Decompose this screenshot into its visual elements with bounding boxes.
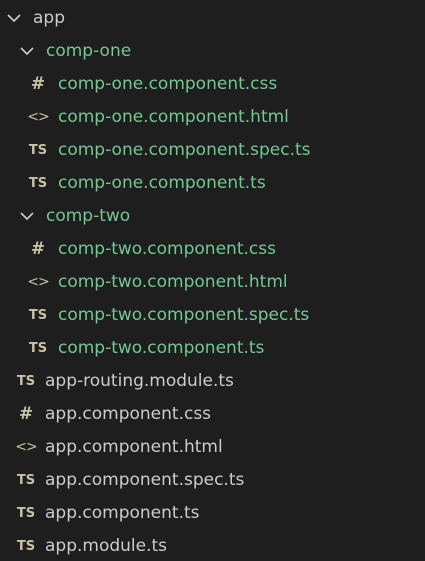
css-hash-icon: # [30,239,46,259]
file-name: app.component.css [45,404,212,424]
file-name: comp-two.component.html [58,272,288,292]
typescript-icon: TS [16,539,36,554]
file-row[interactable]: TS app-routing.module.ts [0,365,425,398]
typescript-icon: TS [16,374,36,389]
html-brackets-icon: <> [15,439,37,455]
chevron-down-icon[interactable] [19,200,35,233]
file-name: comp-one.component.ts [58,173,266,193]
file-name: comp-two.component.spec.ts [58,305,310,325]
file-name: app.component.html [45,437,223,457]
folder-label: comp-two [46,206,131,226]
file-name: app.component.spec.ts [45,470,245,490]
file-row[interactable]: # comp-one.component.css [0,68,425,101]
file-explorer-tree: app comp-one # comp-one.component.css <>… [0,2,425,561]
chevron-down-icon[interactable] [6,2,22,35]
file-row[interactable]: <> app.component.html [0,431,425,464]
typescript-icon: TS [28,341,48,356]
file-row[interactable]: # app.component.css [0,398,425,431]
file-row[interactable]: # comp-two.component.css [0,233,425,266]
file-name: app.component.ts [45,503,200,523]
file-row[interactable]: <> comp-one.component.html [0,101,425,134]
typescript-icon: TS [28,308,48,323]
file-name: comp-one.component.css [58,74,278,94]
file-row[interactable]: TS app.component.spec.ts [0,464,425,497]
chevron-down-icon[interactable] [19,35,35,68]
file-row[interactable]: <> comp-two.component.html [0,266,425,299]
css-hash-icon: # [30,74,46,94]
typescript-icon: TS [28,143,48,158]
file-row[interactable]: TS app.module.ts [0,530,425,561]
file-name: comp-two.component.ts [58,338,265,358]
html-brackets-icon: <> [27,274,49,290]
folder-label: comp-one [46,41,132,61]
file-row[interactable]: TS comp-two.component.ts [0,332,425,365]
file-name: comp-one.component.spec.ts [58,140,311,160]
typescript-icon: TS [16,506,36,521]
folder-row-comp-one[interactable]: comp-one [0,35,425,68]
typescript-icon: TS [28,176,48,191]
file-name: comp-two.component.css [58,239,276,259]
file-row[interactable]: TS app.component.ts [0,497,425,530]
file-name: app.module.ts [45,536,168,556]
typescript-icon: TS [16,473,36,488]
folder-row-comp-two[interactable]: comp-two [0,200,425,233]
css-hash-icon: # [18,404,34,424]
file-row[interactable]: TS comp-one.component.spec.ts [0,134,425,167]
file-name: app-routing.module.ts [45,371,234,391]
folder-row-app[interactable]: app [0,2,425,35]
file-row[interactable]: TS comp-one.component.ts [0,167,425,200]
file-name: comp-one.component.html [58,107,289,127]
html-brackets-icon: <> [27,109,49,125]
file-row[interactable]: TS comp-two.component.spec.ts [0,299,425,332]
folder-label: app [33,8,65,28]
